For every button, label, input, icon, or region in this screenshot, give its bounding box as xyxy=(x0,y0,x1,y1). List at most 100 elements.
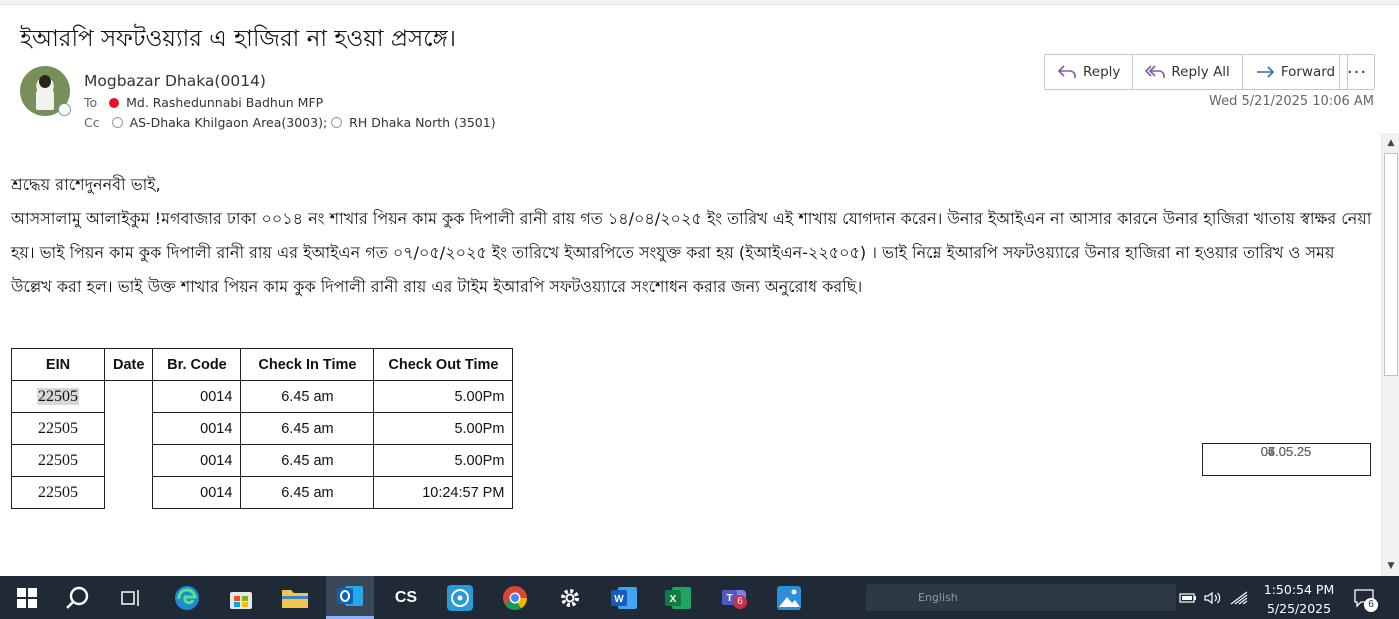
cell-check-in: 6.45 am xyxy=(240,412,375,445)
taskbar-word[interactable]: W xyxy=(602,576,646,619)
vertical-scrollbar[interactable]: ▲ ▼ xyxy=(1381,133,1399,576)
sender-name[interactable]: Mogbazar Dhaka(0014) xyxy=(84,72,266,90)
header-date: Date xyxy=(103,348,154,381)
cell-check-in: 6.45 am xyxy=(240,444,375,477)
cc-recipient-2[interactable]: RH Dhaka North (3501) xyxy=(349,115,495,130)
reply-all-icon xyxy=(1145,65,1166,78)
word-icon: W xyxy=(611,586,637,609)
network-indicator[interactable] xyxy=(1228,576,1250,619)
cell-br-code: 0014 xyxy=(152,412,242,445)
cell-ein: 22505 xyxy=(11,476,105,509)
offline-status-icon xyxy=(331,117,343,128)
cell-br-code: 0014 xyxy=(152,476,242,509)
cc-label: Cc xyxy=(84,115,100,130)
settings-icon xyxy=(561,588,579,607)
cell-check-out: 5.00Pm xyxy=(373,412,514,445)
taskbar-chrome[interactable] xyxy=(492,576,538,619)
cell-check-out: 10:24:57 PM xyxy=(373,476,514,509)
cell-check-out: 5.00Pm xyxy=(373,444,514,477)
table-row: 22505 07.05.25 0014 6.45 am 10:24:57 PM xyxy=(11,442,1371,509)
cs-app-icon: CS xyxy=(394,588,418,606)
taskbar-photos[interactable] xyxy=(766,576,812,619)
task-view-button[interactable] xyxy=(110,576,152,619)
battery-icon xyxy=(1179,592,1196,603)
header-br-code: Br. Code xyxy=(152,348,242,381)
cell-date: 07.05.25 xyxy=(1201,442,1371,476)
excel-icon: X xyxy=(665,586,691,609)
taskbar-store[interactable] xyxy=(218,576,264,619)
notification-center-button[interactable]: 6 xyxy=(1350,586,1380,612)
start-button[interactable] xyxy=(6,576,48,619)
table-row: 22505 05.05.25 0014 6.45 am 5.00Pm xyxy=(11,412,1371,476)
to-row: To Md. Rashedunnabi Badhun MFP xyxy=(84,95,323,110)
reply-all-button[interactable]: Reply All xyxy=(1133,55,1243,89)
forward-icon xyxy=(1256,66,1274,78)
busy-status-icon xyxy=(109,98,120,108)
taskbar: CS W X T 6 English xyxy=(0,576,1399,619)
email-body: শ্রদ্ধেয় রাশেদুননবী ভাই, আসসালামু আলাইক… xyxy=(11,172,1376,304)
presence-status-icon xyxy=(58,103,71,116)
cell-ein: 22505 xyxy=(11,444,105,477)
battery-indicator[interactable] xyxy=(1178,576,1198,619)
cell-ein: 22505 xyxy=(11,380,105,413)
clock-time: 1:50:54 PM xyxy=(1263,582,1335,597)
taskbar-teams[interactable]: T 6 xyxy=(712,576,758,619)
teams-badge: 6 xyxy=(733,595,747,609)
taskbar-edge[interactable] xyxy=(164,576,210,619)
photos-icon xyxy=(777,585,801,610)
taskbar-network-app[interactable] xyxy=(438,576,482,619)
cell-check-out: 5.00Pm xyxy=(373,380,514,413)
outlook-icon xyxy=(337,586,363,606)
input-language-indicator[interactable]: English xyxy=(918,591,958,604)
table-header-row: EIN Date Br. Code Check In Time Check Ou… xyxy=(11,348,514,381)
scroll-down-arrow-icon[interactable]: ▼ xyxy=(1382,558,1399,574)
cell-br-code: 0014 xyxy=(152,380,242,413)
reply-icon xyxy=(1057,65,1076,78)
volume-icon xyxy=(1204,591,1221,604)
edge-icon xyxy=(175,585,199,610)
selected-text[interactable]: 22505 xyxy=(37,387,79,405)
task-view-icon xyxy=(121,589,139,606)
message-actions: Reply Reply All Forward xyxy=(1044,54,1349,90)
wifi-icon xyxy=(1230,591,1248,604)
taskbar-file-explorer[interactable] xyxy=(272,576,318,619)
to-recipient[interactable]: Md. Rashedunnabi Badhun MFP xyxy=(126,95,323,110)
search-icon xyxy=(66,586,89,609)
received-date: Wed 5/21/2025 10:06 AM xyxy=(1209,94,1374,109)
more-actions-button[interactable]: ··· xyxy=(1339,54,1375,90)
to-label: To xyxy=(84,95,98,110)
notification-count-badge: 6 xyxy=(1364,598,1378,612)
reply-button[interactable]: Reply xyxy=(1045,55,1134,89)
svg-text:W: W xyxy=(614,594,624,605)
svg-text:T: T xyxy=(726,593,732,604)
email-subject: ইআরপি সফটওয়্যার এ হাজিরা না হওয়া প্রসঙ… xyxy=(20,26,456,52)
search-button[interactable] xyxy=(56,576,100,619)
scrollbar-thumb[interactable] xyxy=(1384,153,1398,376)
cc-recipient-1[interactable]: AS-Dhaka Khilgaon Area(3003); xyxy=(130,115,328,130)
body-paragraph: আসসালামু আলাইকুম !মগবাজার ঢাকা ০০১৪ নং শ… xyxy=(11,209,1372,296)
cell-br-code: 0014 xyxy=(152,444,242,477)
body-greeting: শ্রদ্ধেয় রাশেদুননবী ভাই, xyxy=(11,175,161,194)
start-icon xyxy=(17,587,37,608)
header-check-out: Check Out Time xyxy=(373,348,514,381)
reply-label: Reply xyxy=(1083,64,1121,80)
attendance-table: EIN Date Br. Code Check In Time Check Ou… xyxy=(11,348,1371,509)
header-check-in: Check In Time xyxy=(240,348,375,381)
cell-ein: 22505 xyxy=(11,412,105,445)
forward-button[interactable]: Forward xyxy=(1243,55,1347,89)
forward-label: Forward xyxy=(1280,64,1336,80)
taskbar-settings[interactable] xyxy=(548,576,592,619)
system-tray-overlay[interactable]: English xyxy=(866,584,1176,611)
store-icon xyxy=(230,591,252,609)
file-explorer-icon xyxy=(282,589,308,608)
chrome-icon xyxy=(503,585,527,610)
cell-check-in: 6.45 am xyxy=(240,380,375,413)
taskbar-outlook-active[interactable] xyxy=(326,576,374,619)
taskbar-cs-app[interactable]: CS xyxy=(384,576,428,619)
volume-indicator[interactable] xyxy=(1202,576,1224,619)
taskbar-clock[interactable]: 1:50:54 PM 5/25/2025 xyxy=(1259,580,1339,618)
scroll-up-arrow-icon[interactable]: ▲ xyxy=(1382,135,1399,151)
window-top-edge xyxy=(0,0,1399,5)
clock-date: 5/25/2025 xyxy=(1266,601,1332,616)
taskbar-excel[interactable]: X xyxy=(656,576,700,619)
